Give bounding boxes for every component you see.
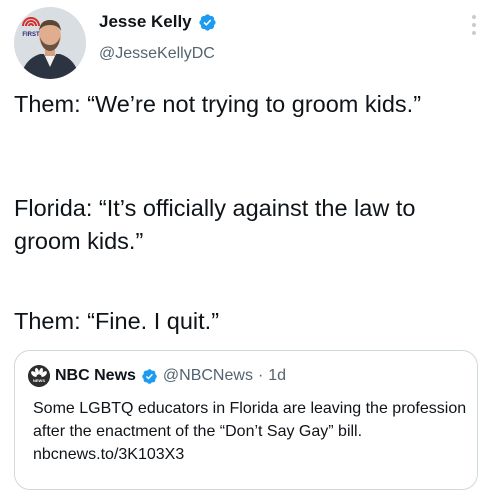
- tweet-paragraph-3: Them: “Fine. I quit.”: [14, 308, 220, 334]
- quoted-tweet-text: Some LGBTQ educators in Florida are leav…: [33, 400, 467, 463]
- tweet-paragraph-2: Florida: “It’s officially against the la…: [14, 195, 416, 254]
- tweet-paragraph-1: Them: “We’re not trying to groom kids.”: [14, 91, 422, 117]
- quoted-timestamp[interactable]: 1d: [268, 367, 286, 385]
- verified-badge-icon: [198, 13, 217, 32]
- quoted-separator: ·: [257, 367, 264, 384]
- first-logo-arcs-icon: [22, 17, 40, 27]
- more-options-icon[interactable]: [472, 15, 478, 35]
- peacock-logo-icon: NEWS: [28, 365, 50, 387]
- more-dot: [472, 31, 476, 35]
- author-name-row: Jesse Kelly: [99, 12, 217, 32]
- first-logo: FIRST: [20, 13, 42, 38]
- quoted-verified-badge-icon: [141, 368, 158, 385]
- quoted-author-name[interactable]: NBC News: [55, 367, 136, 385]
- author-display-name[interactable]: Jesse Kelly: [99, 12, 192, 32]
- svg-text:NEWS: NEWS: [33, 378, 45, 383]
- tweet-text: Them: “We’re not trying to groom kids.” …: [14, 88, 484, 334]
- quoted-tweet-card[interactable]: NEWS NBC News @NBCNews · 1d Some LGBTQ e…: [14, 350, 478, 490]
- first-logo-text: FIRST: [22, 32, 40, 38]
- author-handle[interactable]: @JesseKellyDC: [99, 45, 215, 63]
- author-avatar[interactable]: FIRST: [14, 7, 86, 79]
- quoted-tweet-header: NEWS NBC News @NBCNews · 1d: [28, 365, 286, 387]
- more-dot: [472, 15, 476, 19]
- nbc-news-avatar: NEWS: [28, 365, 50, 387]
- quoted-author-handle[interactable]: @NBCNews: [163, 367, 253, 385]
- more-dot: [472, 23, 476, 27]
